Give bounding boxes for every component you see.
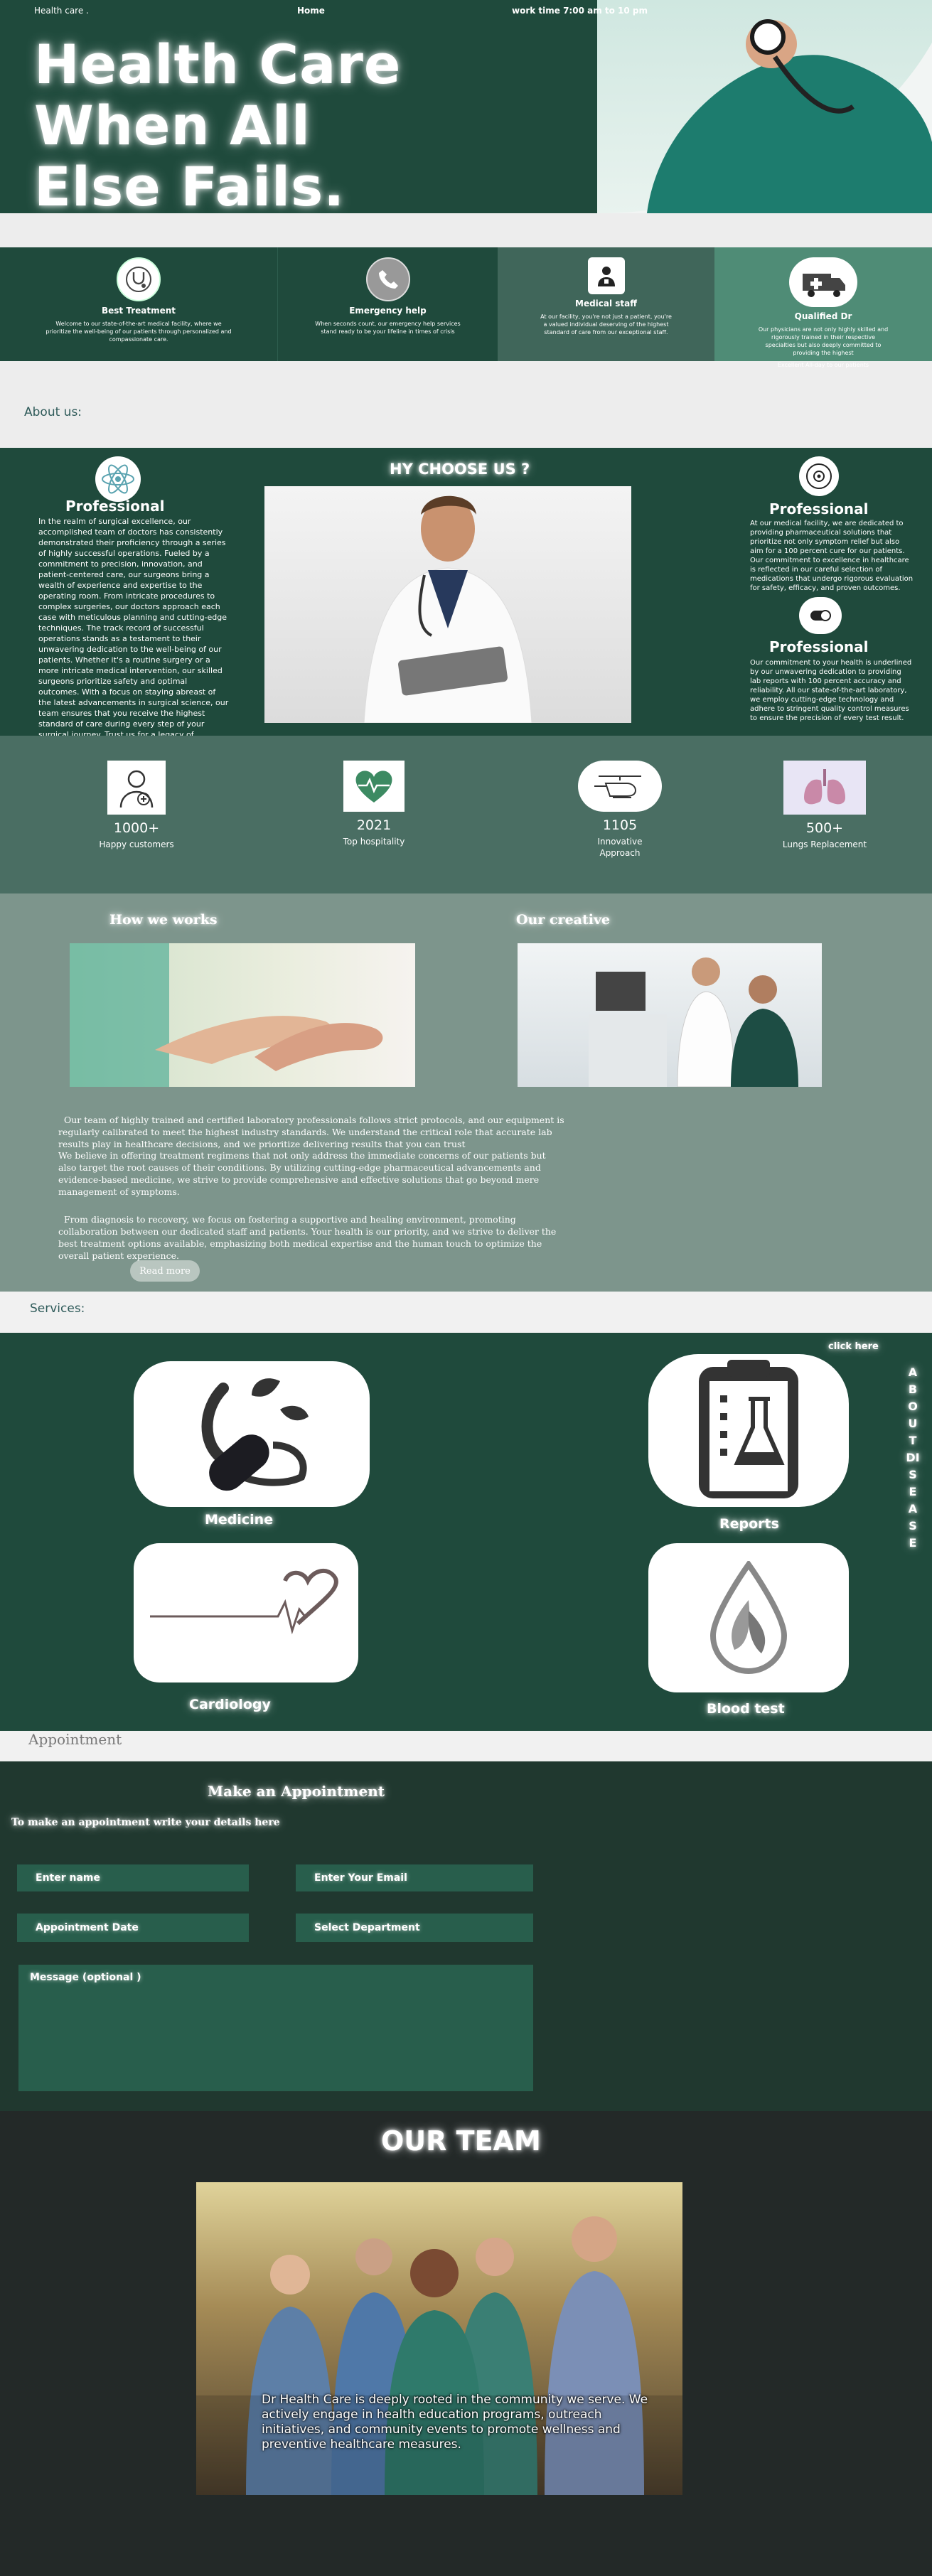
stat-label: Innovative Approach (597, 837, 643, 858)
feature-title: Emergency help (349, 306, 427, 316)
brand-link[interactable]: Health care . (34, 6, 89, 16)
click-here-link[interactable]: click here (828, 1341, 879, 1352)
how-paragraph-3: From diagnosis to recovery, we focus on … (58, 1214, 557, 1261)
feature-card-emergency: Emergency help When seconds count, our e… (277, 247, 498, 361)
work-time-text: work time 7:00 am to 10 pm (512, 6, 648, 16)
nav-home-link[interactable]: Home (297, 6, 325, 16)
how-we-works-section: How we works Our creative Our team of hi… (0, 893, 932, 1292)
care-icon (799, 456, 839, 496)
feature-card-qualified-dr: Qualified Dr Our physicians are not only… (714, 247, 932, 368)
stat-item: 500+ Lungs Replacement (782, 761, 867, 850)
doctor-plus-icon (107, 761, 166, 815)
service-card-blood-test[interactable] (648, 1543, 849, 1692)
team-caption: Dr Health Care is deeply rooted in the c… (262, 2393, 648, 2452)
services-header: Services: (0, 1292, 932, 1333)
service-label[interactable]: Reports (719, 1516, 779, 1532)
name-input[interactable]: Enter name (17, 1864, 249, 1891)
stat-item: 1105 Innovative Approach (577, 761, 663, 859)
stat-label: Top hospitality (343, 837, 405, 847)
appointment-subtitle: To make an appointment write your detail… (11, 1817, 280, 1828)
stethoscope-icon (117, 257, 161, 301)
service-card-cardiology[interactable] (134, 1543, 358, 1683)
hands-photo (70, 943, 415, 1087)
stat-number: 500+ (805, 820, 844, 836)
our-team-title: OUR TEAM (381, 2125, 541, 2157)
feature-extra-text: Excellent All-day to our patients (777, 362, 869, 368)
lab-report-icon (699, 1359, 798, 1498)
stat-item: 2021 Top hospitality (331, 761, 417, 847)
stat-number: 1105 (602, 817, 638, 833)
read-more-button[interactable]: Read more (130, 1260, 200, 1282)
feature-text: Our physicians are not only highly skill… (758, 326, 889, 356)
message-textarea[interactable]: Message (optional ) (18, 1965, 533, 2091)
right-professional-text-1: At our medical facility, we are dedicate… (750, 520, 914, 592)
our-team-section: OUR TEAM Dr Health Care is deeply rooted… (0, 2111, 932, 2576)
heart-pulse-icon (343, 761, 405, 812)
hero-title-line: Else Fails. (34, 155, 346, 218)
left-professional-title: Professional (65, 498, 165, 515)
hero-title-line: Health Care (34, 33, 402, 96)
appointment-section: Make an Appointment To make an appointme… (0, 1761, 932, 2111)
feature-card-medical-staff: Medical staff At our facility, you're no… (498, 247, 714, 361)
right-professional-text-2: Our commitment to your health is underli… (750, 659, 912, 722)
feature-card-best-treatment: Best Treatment Welcome to our state-of-t… (0, 247, 277, 361)
appointment-header: Appointment (0, 1731, 932, 1761)
feature-text: Welcome to our state-of-the-art medical … (45, 321, 232, 343)
stat-number: 1000+ (113, 820, 160, 836)
phone-icon (365, 257, 410, 301)
service-card-reports[interactable] (648, 1354, 849, 1507)
medicine-icon (201, 1378, 309, 1491)
feature-title: Qualified Dr (794, 311, 852, 321)
service-label[interactable]: Medicine (205, 1512, 273, 1528)
how-paragraph-1: Our team of highly trained and certified… (58, 1115, 564, 1149)
stat-label: Happy customers (99, 839, 174, 849)
email-input[interactable]: Enter Your Email (296, 1864, 533, 1891)
feature-text: At our facility, you're not just a patie… (540, 313, 672, 336)
how-paragraph-2: We believe in offering treatment regimen… (58, 1150, 546, 1197)
ambulance-icon (789, 257, 857, 307)
doctor-icon (587, 257, 625, 294)
why-choose-section: HY CHOOSE US ? Professional In the realm… (0, 448, 932, 761)
appointment-title: Make an Appointment (208, 1783, 385, 1800)
hero-image (597, 0, 932, 213)
hero-title: Health Care When All Else Fails. (34, 34, 401, 218)
stat-item: 1000+ Happy customers (94, 761, 179, 850)
our-creative-title: Our creative (516, 912, 611, 928)
helicopter-icon (578, 761, 662, 812)
about-us-label: About us: (24, 405, 82, 419)
appointment-date-input[interactable]: Appointment Date (17, 1914, 249, 1942)
feature-text: When seconds count, our emergency help s… (315, 321, 461, 335)
department-select[interactable]: Select Department (296, 1914, 533, 1942)
how-we-works-title: How we works (109, 912, 218, 928)
hero-title-line: When All (34, 94, 311, 157)
service-label[interactable]: Blood test (707, 1701, 785, 1717)
right-professional-title-2: Professional (769, 638, 869, 655)
feature-title: Best Treatment (101, 306, 176, 316)
stat-label: Lungs Replacement (782, 839, 867, 849)
consultation-photo (518, 943, 822, 1088)
left-professional-text: In the realm of surgical excellence, our… (38, 517, 229, 761)
services-section: click here ABOUT DISEASE Medicine Report… (0, 1333, 932, 1731)
service-label[interactable]: Cardiology (189, 1697, 271, 1712)
service-card-medicine[interactable] (134, 1361, 370, 1507)
feature-title: Medical staff (575, 299, 637, 308)
about-disease-link[interactable]: ABOUT DISEASE (906, 1364, 920, 1552)
blood-drop-icon (709, 1561, 788, 1674)
heartbeat-icon (150, 1569, 338, 1635)
atom-icon (95, 456, 141, 502)
services-label: Services: (30, 1302, 85, 1316)
why-choose-title: HY CHOOSE US ? (390, 461, 530, 478)
right-professional-title-1: Professional (769, 500, 869, 517)
lungs-icon (783, 761, 866, 815)
doctor-photo (264, 486, 631, 724)
hero-section: Health care . Home work time 7:00 am to … (0, 0, 932, 218)
stat-number: 2021 (356, 817, 392, 833)
pill-icon (799, 597, 842, 634)
appointment-label: Appointment (28, 1731, 122, 1748)
